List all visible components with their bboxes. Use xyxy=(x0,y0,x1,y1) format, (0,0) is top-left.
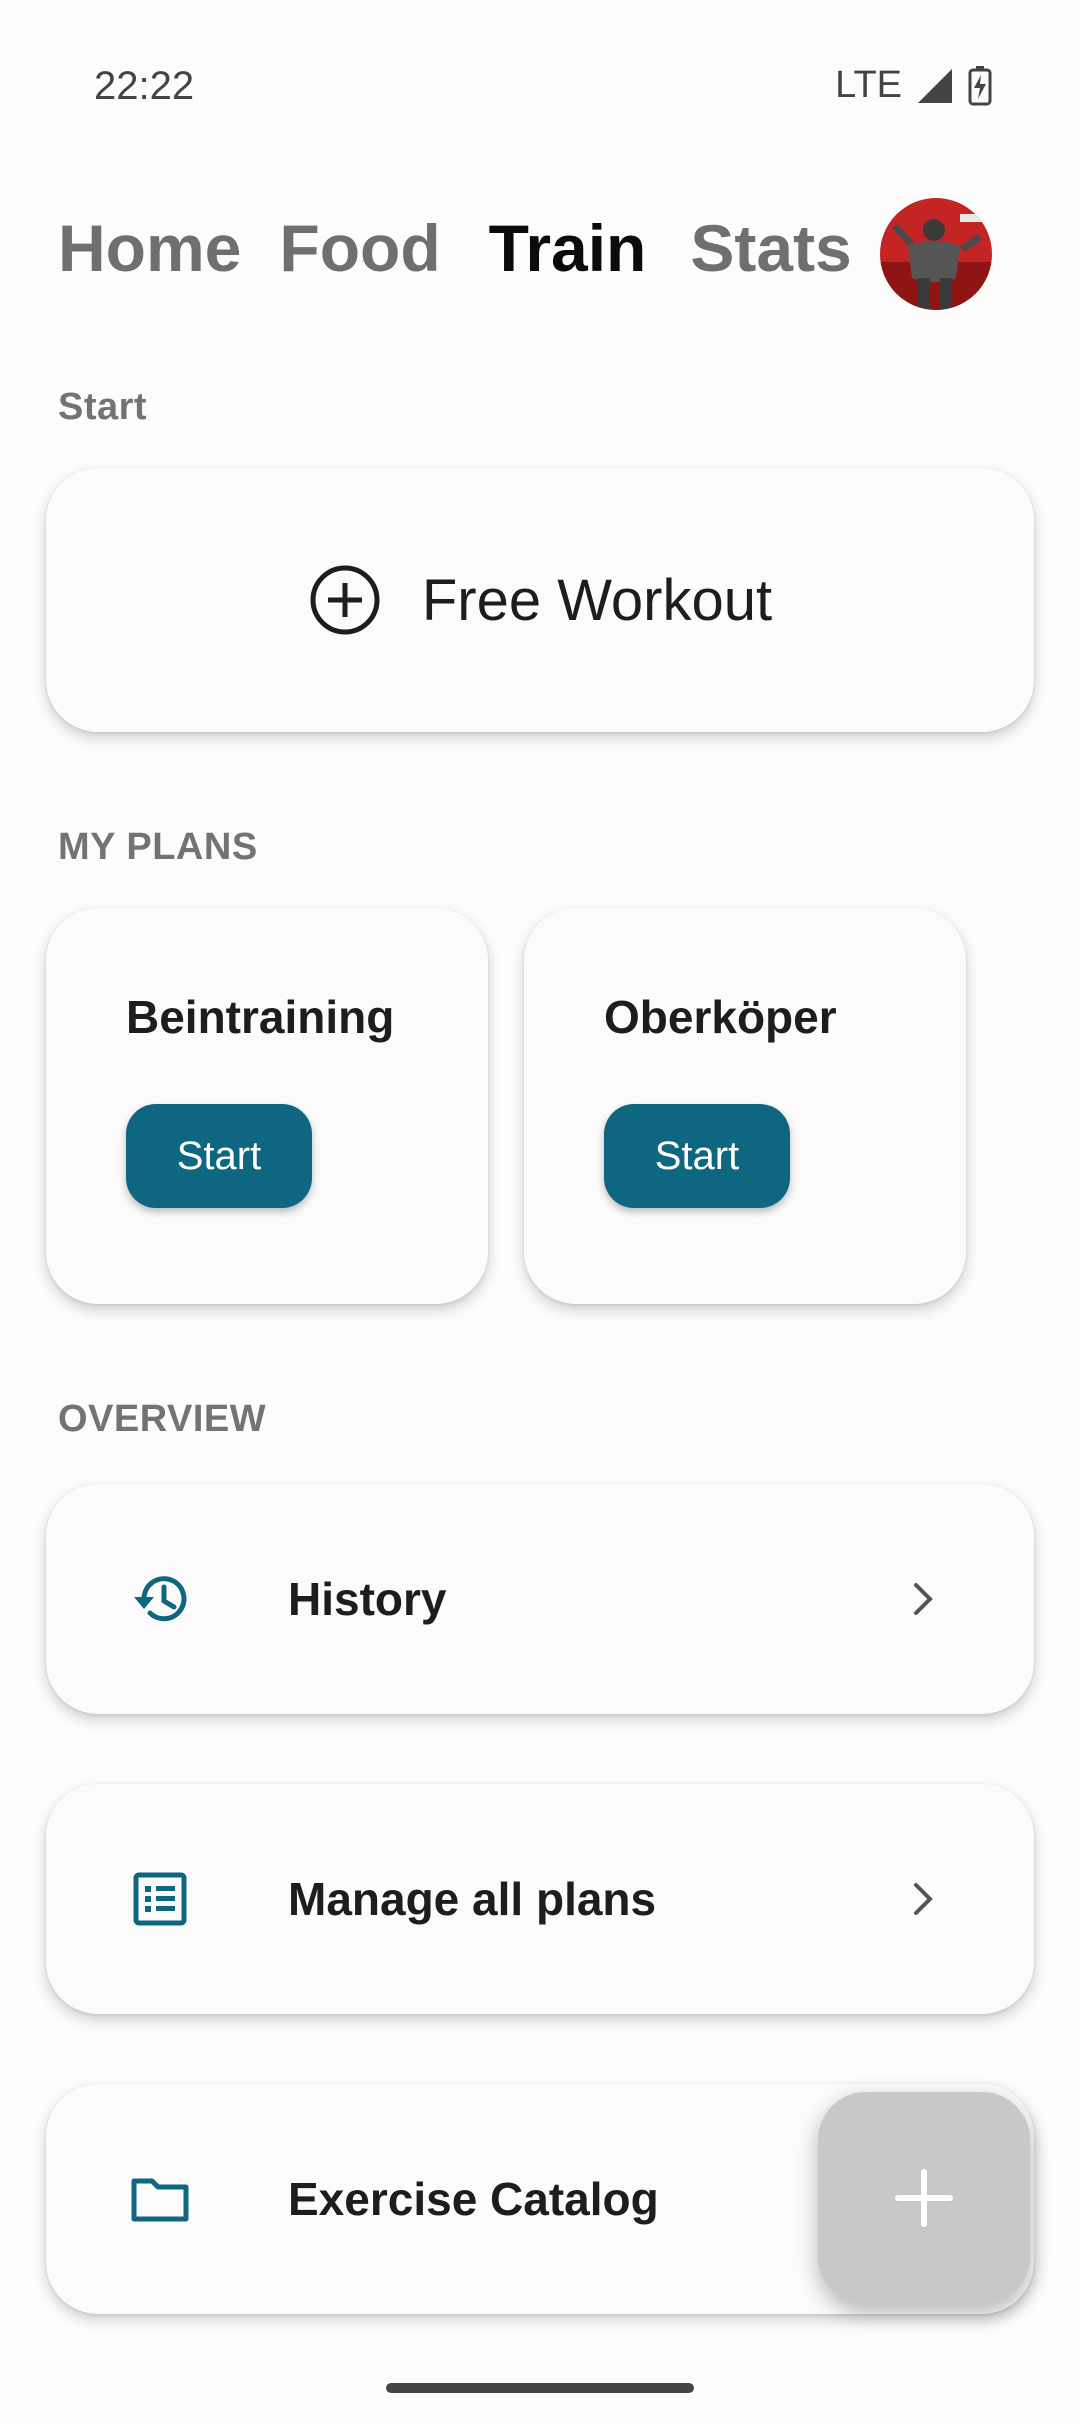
status-time: 22:22 xyxy=(94,64,195,108)
exercise-catalog-label: Exercise Catalog xyxy=(288,2173,659,2225)
section-plans-label: MY PLANS xyxy=(58,826,258,868)
status-indicators: LTE xyxy=(835,64,992,107)
history-label: History xyxy=(288,1573,447,1625)
network-type: LTE xyxy=(835,64,902,106)
section-overview-label: OVERVIEW xyxy=(58,1398,267,1440)
profile-avatar[interactable] xyxy=(880,198,992,310)
section-start-label: Start xyxy=(58,386,148,428)
status-bar: 22:22 LTE xyxy=(0,0,1080,120)
tab-train[interactable]: Train xyxy=(489,210,647,286)
home-indicator[interactable] xyxy=(386,2383,694,2393)
tab-stats[interactable]: Stats xyxy=(690,210,851,286)
history-row[interactable]: History xyxy=(46,1484,1034,1714)
plan-title: Beintraining xyxy=(126,991,395,1043)
free-workout-label: Free Workout xyxy=(421,567,773,633)
plan-card-beintraining[interactable]: Beintraining Start xyxy=(46,908,488,1304)
chevron-right-icon xyxy=(914,1883,933,1915)
plan-card-oberkoper[interactable]: Oberköper Start xyxy=(524,908,966,1304)
add-fab-button[interactable] xyxy=(818,2092,1030,2304)
battery-charging-icon xyxy=(968,65,992,105)
top-nav: Home Food Train Stats xyxy=(58,210,890,286)
signal-icon xyxy=(918,68,952,103)
tab-home[interactable]: Home xyxy=(58,210,241,286)
folder-icon xyxy=(131,2178,189,2222)
history-icon xyxy=(134,1576,187,1622)
plan-title: Oberköper xyxy=(604,991,837,1043)
start-plan-button[interactable]: Start xyxy=(604,1104,790,1208)
list-icon xyxy=(133,1872,187,1926)
manage-plans-label: Manage all plans xyxy=(288,1873,657,1925)
plus-circle-icon xyxy=(310,565,380,635)
free-workout-card[interactable]: Free Workout xyxy=(46,468,1034,732)
chevron-right-icon xyxy=(914,1583,933,1615)
tab-food[interactable]: Food xyxy=(279,210,440,286)
manage-plans-row[interactable]: Manage all plans xyxy=(46,1784,1034,2014)
start-plan-button[interactable]: Start xyxy=(126,1104,312,1208)
plus-icon xyxy=(895,2169,953,2227)
